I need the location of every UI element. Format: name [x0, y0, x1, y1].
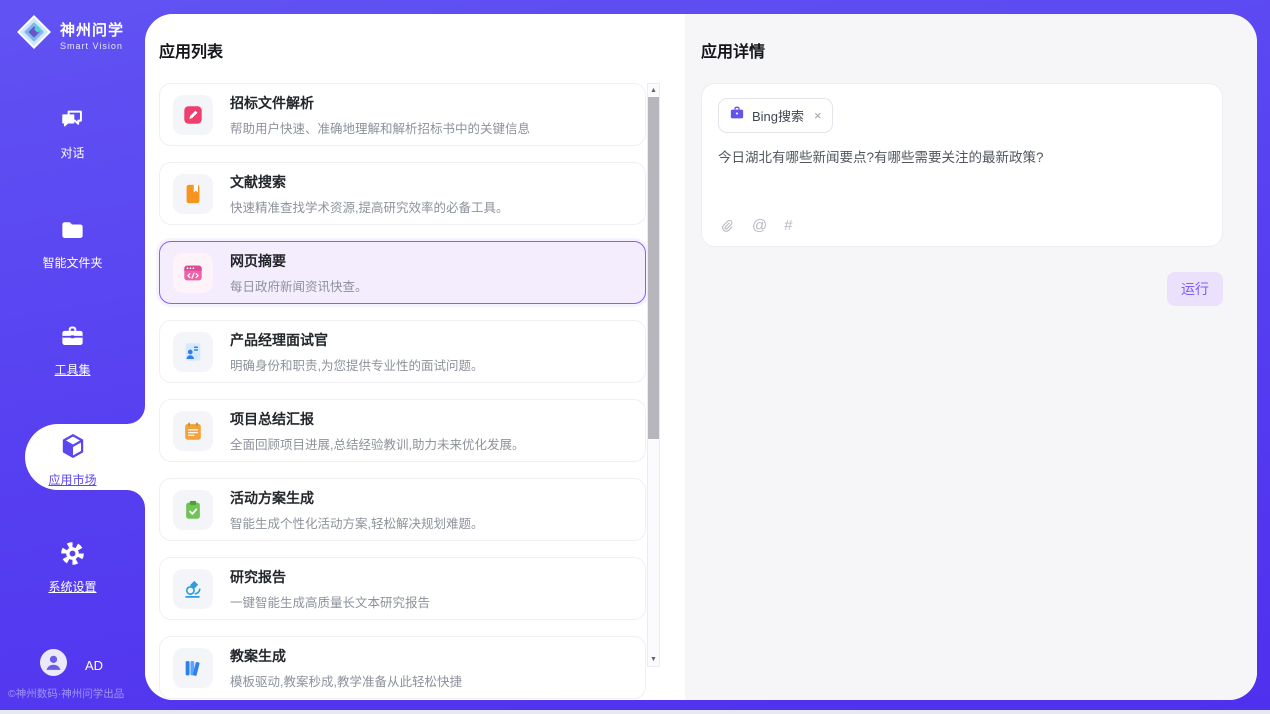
app-description: 一键智能生成高质量长文本研究报告 [230, 592, 430, 611]
app-description: 智能生成个性化活动方案,轻松解决规划难题。 [230, 513, 483, 532]
hash-icon[interactable]: # [784, 217, 792, 234]
microscope-icon [173, 569, 213, 609]
paperclip-icon[interactable] [719, 218, 735, 234]
app-card[interactable]: 活动方案生成 智能生成个性化活动方案,轻松解决规划难题。 [159, 478, 646, 541]
app-card[interactable]: 项目总结汇报 全面回顾项目进展,总结经验教训,助力未来优化发展。 [159, 399, 646, 462]
sidebar-item-smart-folder[interactable]: 智能文件夹 [0, 216, 145, 271]
app-description: 明确身份和职责,为您提供专业性的面试问题。 [230, 355, 483, 374]
app-description: 快速精准查找学术资源,提高研究效率的必备工具。 [230, 197, 508, 216]
app-name: 教案生成 [230, 646, 462, 666]
tag-close-icon[interactable]: × [814, 108, 822, 123]
app-card-selected[interactable]: 网页摘要 每日政府新闻资讯快查。 [159, 241, 646, 304]
toolbox-icon [59, 323, 86, 355]
user-name: AD [85, 658, 103, 673]
app-name: 招标文件解析 [230, 93, 530, 113]
notepad-icon [173, 411, 213, 451]
sidebar-item-toolset[interactable]: 工具集 [0, 323, 145, 378]
chat-icon [59, 106, 86, 138]
interviewer-icon [173, 332, 213, 372]
app-card[interactable]: 研究报告 一键智能生成高质量长文本研究报告 [159, 557, 646, 620]
scrollbar-up-icon[interactable]: ▲ [648, 84, 659, 97]
scrollbar-thumb[interactable] [648, 97, 659, 439]
app-name: 项目总结汇报 [230, 409, 524, 429]
mention-icon[interactable]: @ [752, 217, 767, 234]
sidebar-item-settings[interactable]: 系统设置 [0, 540, 145, 595]
prompt-input[interactable]: 今日湖北有哪些新闻要点?有哪些需要关注的最新政策? [718, 146, 1206, 166]
diamond-logo-icon [16, 14, 52, 55]
gear-icon [59, 540, 86, 572]
main-panel: 应用列表 招标文件解析 帮助用户快速、准确地理解和解析招标书中的关键信息 [145, 14, 1257, 700]
app-name: 研究报告 [230, 567, 430, 587]
user-account[interactable]: AD [40, 649, 103, 681]
app-list-panel: 应用列表 招标文件解析 帮助用户快速、准确地理解和解析招标书中的关键信息 [145, 14, 685, 700]
sidebar-item-label: 工具集 [54, 361, 90, 378]
app-name: 活动方案生成 [230, 488, 483, 508]
sidebar-item-app-market[interactable]: 应用市场 [0, 432, 145, 488]
tool-tag-label: Bing搜索 [752, 106, 804, 125]
brand-logo: 神州问学 Smart Vision [16, 14, 124, 55]
briefcase-icon [729, 105, 745, 126]
app-card[interactable]: 教案生成 模板驱动,教案秒成,教学准备从此轻松快捷 [159, 636, 646, 699]
app-name: 文献搜索 [230, 172, 508, 192]
copyright-footer: ©神州数码·神州问学出品 [8, 686, 124, 701]
app-description: 全面回顾项目进展,总结经验教训,助力未来优化发展。 [230, 434, 524, 453]
sidebar-item-chat[interactable]: 对话 [0, 106, 145, 161]
app-card[interactable]: 文献搜索 快速精准查找学术资源,提高研究效率的必备工具。 [159, 162, 646, 225]
clipboard-check-icon [173, 490, 213, 530]
book-icon [173, 174, 213, 214]
app-name: 网页摘要 [230, 251, 368, 271]
sidebar-item-label: 对话 [60, 144, 84, 161]
sidebar: 神州问学 Smart Vision 对话 智能文件夹 [0, 0, 145, 714]
sidebar-item-label: 应用市场 [48, 471, 96, 488]
app-card-list: 招标文件解析 帮助用户快速、准确地理解和解析招标书中的关键信息 文献搜索 快速精… [159, 83, 646, 699]
tool-tag-bing-search[interactable]: Bing搜索 × [718, 98, 833, 133]
app-card[interactable]: 招标文件解析 帮助用户快速、准确地理解和解析招标书中的关键信息 [159, 83, 646, 146]
app-name: 产品经理面试官 [230, 330, 483, 350]
brand-name: 神州问学 [60, 19, 124, 40]
folder-icon [59, 216, 86, 248]
app-detail-title: 应用详情 [701, 38, 1223, 62]
brand-tagline: Smart Vision [60, 41, 124, 51]
scrollbar-down-icon[interactable]: ▼ [648, 653, 659, 666]
browser-code-icon [173, 253, 213, 293]
avatar [40, 649, 67, 681]
prompt-card: Bing搜索 × 今日湖北有哪些新闻要点?有哪些需要关注的最新政策? @ # [701, 83, 1223, 247]
run-button[interactable]: 运行 [1167, 272, 1223, 306]
prompt-toolbar: @ # [719, 217, 793, 234]
app-description: 帮助用户快速、准确地理解和解析招标书中的关键信息 [230, 118, 530, 137]
sidebar-item-label: 智能文件夹 [42, 254, 102, 271]
sidebar-item-label: 系统设置 [48, 578, 96, 595]
app-list-title: 应用列表 [159, 38, 685, 62]
app-description: 每日政府新闻资讯快查。 [230, 276, 368, 295]
bottom-edge-strip [0, 710, 1270, 714]
app-card[interactable]: 产品经理面试官 明确身份和职责,为您提供专业性的面试问题。 [159, 320, 646, 383]
cube-icon [59, 432, 87, 465]
edit-document-icon [173, 95, 213, 135]
app-description: 模板驱动,教案秒成,教学准备从此轻松快捷 [230, 671, 462, 690]
scrollbar[interactable]: ▲ ▼ [647, 83, 660, 667]
run-row: 运行 [701, 272, 1223, 306]
books-icon [173, 648, 213, 688]
app-detail-panel: 应用详情 Bing搜索 × 今日湖北有哪些新闻要点?有哪些需要关注的最新政策? [685, 14, 1257, 700]
